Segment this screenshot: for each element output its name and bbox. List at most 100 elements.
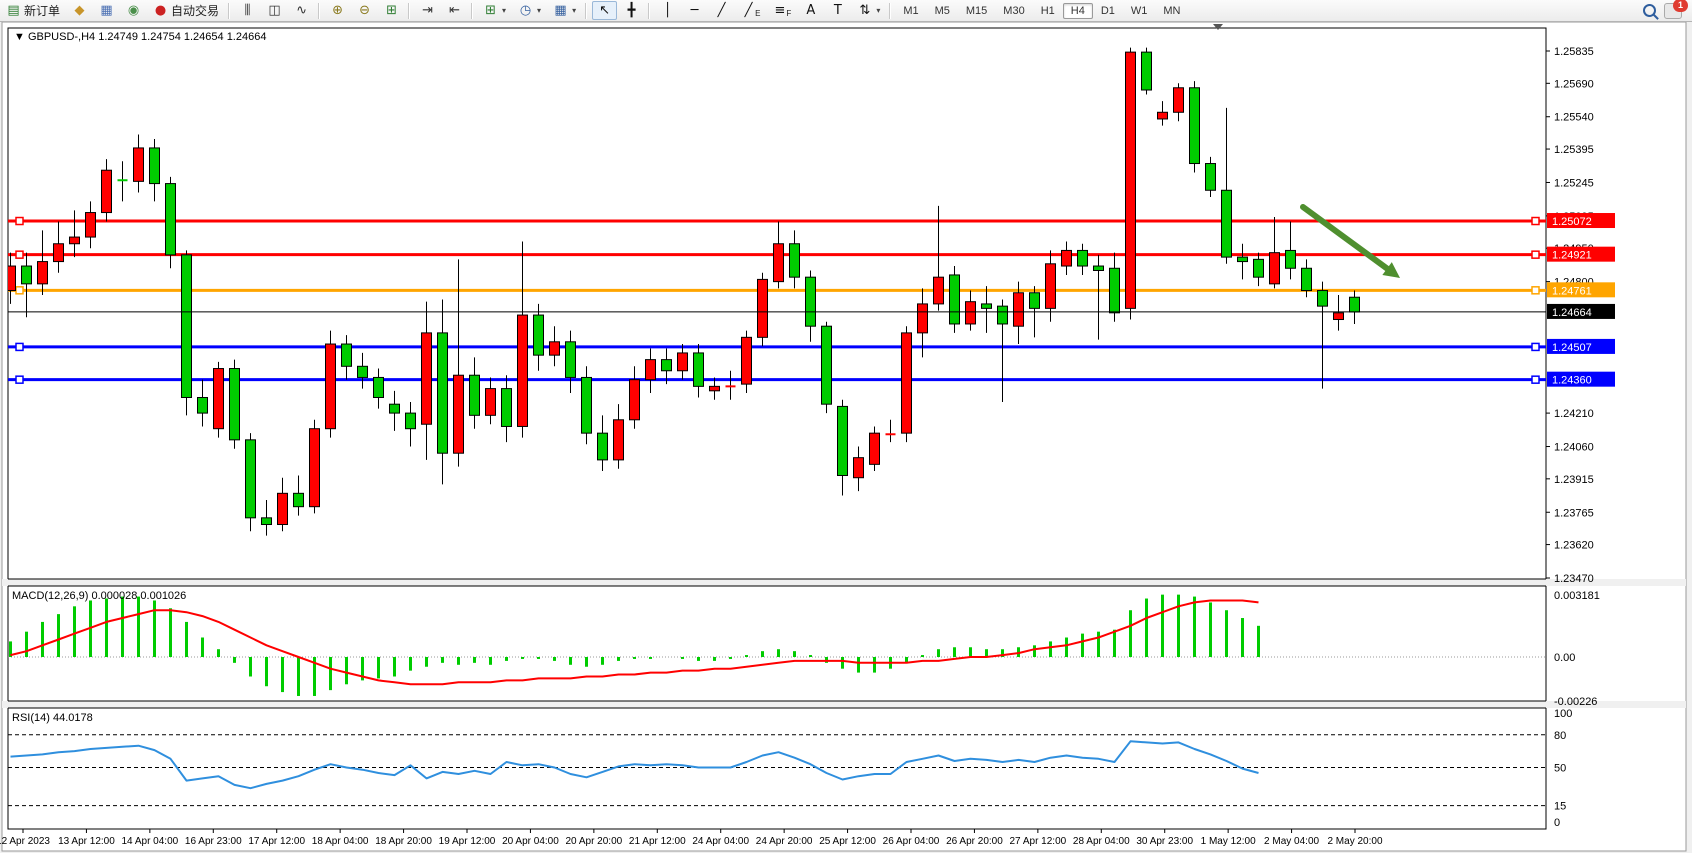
support-line-2-handle[interactable] <box>1532 376 1539 383</box>
candle-body <box>358 366 368 377</box>
pane-splitter[interactable] <box>2 579 1686 586</box>
candle-body <box>374 377 384 397</box>
rsi-axis-label: 50 <box>1554 763 1566 775</box>
resistance-line-1-handle[interactable] <box>16 218 23 225</box>
timeframe-mn-button[interactable]: MN <box>1155 3 1188 19</box>
arrows-dropdown-arrow[interactable]: ▾ <box>876 6 880 15</box>
crosshair-button[interactable]: ╋ <box>619 1 644 20</box>
price-tick-label: 1.25690 <box>1554 78 1594 90</box>
period-dropdown-arrow[interactable]: ▾ <box>537 6 541 15</box>
candle-body <box>166 184 176 255</box>
market-watch-button[interactable]: ◆ <box>67 1 92 20</box>
candle-body <box>662 360 672 371</box>
resistance-line-2-handle[interactable] <box>1532 251 1539 258</box>
rsi-axis-label: 15 <box>1554 801 1566 813</box>
macd-axis-label: 0.00 <box>1554 652 1575 664</box>
equidistant-channel-button[interactable]: ╱E <box>736 1 765 20</box>
chart-shift-button[interactable]: ⇤ <box>442 1 467 20</box>
candle-body <box>22 266 32 284</box>
candle-body <box>630 380 640 420</box>
time-tick-label: 18 Apr 20:00 <box>375 836 432 847</box>
auto-trading-button[interactable]: ●自动交易 <box>148 0 224 21</box>
new-chart-dropdown-arrow[interactable]: ▾ <box>502 6 506 15</box>
candle-body <box>854 458 864 478</box>
new-order-label: 新订单 <box>24 2 60 19</box>
arrows-icon: ⇅ <box>857 3 872 18</box>
new-order-button[interactable]: ▤新订单 <box>1 0 65 21</box>
arrows-button[interactable]: ⇅▾ <box>852 1 885 20</box>
candle-body <box>342 344 352 366</box>
pivot-line-handle[interactable] <box>16 287 23 294</box>
time-tick-label: 2 May 20:00 <box>1327 836 1382 847</box>
new-chart-button[interactable]: ⊞▾ <box>478 1 511 20</box>
zoom-out-button[interactable]: ⊖ <box>352 1 377 20</box>
timeframe-h1-button[interactable]: H1 <box>1033 3 1063 19</box>
candle-body <box>214 369 224 429</box>
toolbar-separator <box>228 3 230 19</box>
pane-splitter[interactable] <box>2 701 1686 708</box>
data-window-button[interactable]: ▦ <box>94 1 119 20</box>
notifications-icon[interactable]: 1 <box>1664 3 1682 19</box>
bar-chart-button[interactable]: ⫼ <box>235 1 260 20</box>
candle-body <box>246 440 256 518</box>
pivot-line-handle[interactable] <box>1532 287 1539 294</box>
price-tick-label: 1.23915 <box>1554 474 1594 486</box>
candle-body <box>150 148 160 184</box>
rsi-axis-label: 0 <box>1554 817 1560 829</box>
candle-body <box>758 279 768 337</box>
resistance-line-2-price-label: 1.24921 <box>1552 250 1592 262</box>
candle-body <box>262 518 272 525</box>
horizontal-line-button[interactable]: ─ <box>682 1 707 20</box>
toolbar-separator <box>471 3 473 19</box>
candle-body <box>502 389 512 427</box>
candle-body <box>326 344 336 429</box>
line-chart-button[interactable]: ∿ <box>289 1 314 20</box>
timeframe-m15-button[interactable]: M15 <box>958 3 995 19</box>
candle-body <box>1318 291 1328 307</box>
candlestick-chart-button[interactable]: ◫ <box>262 1 287 20</box>
resistance-line-1-handle[interactable] <box>1532 218 1539 225</box>
auto-scroll-button[interactable]: ⇥ <box>415 1 440 20</box>
candle-body <box>182 255 192 398</box>
toolbar-separator <box>408 3 410 19</box>
time-tick-label: 21 Apr 12:00 <box>629 836 686 847</box>
gbpusd-h4-chart[interactable]: 1.258351.256901.255401.253951.252451.250… <box>0 22 1692 853</box>
bid-price-label: 1.24664 <box>1552 307 1592 319</box>
timeframe-m5-button[interactable]: M5 <box>927 3 958 19</box>
timeframe-m30-button[interactable]: M30 <box>995 3 1032 19</box>
support-line-1-handle[interactable] <box>1532 343 1539 350</box>
timeframe-w1-button[interactable]: W1 <box>1123 3 1156 19</box>
timeframe-h4-button[interactable]: H4 <box>1063 3 1093 19</box>
support-line-2-handle[interactable] <box>16 376 23 383</box>
cursor-button[interactable]: ↖ <box>592 1 617 20</box>
candle-body <box>38 262 48 284</box>
text-label-button[interactable]: T <box>825 1 850 20</box>
time-tick-label: 24 Apr 20:00 <box>756 836 813 847</box>
template-dropdown-arrow[interactable]: ▾ <box>572 6 576 15</box>
search-icon[interactable] <box>1643 4 1656 17</box>
candle-body <box>54 244 64 262</box>
timeframe-m1-button[interactable]: M1 <box>895 3 926 19</box>
time-tick-label: 13 Apr 12:00 <box>58 836 115 847</box>
zoom-in-button[interactable]: ⊕ <box>325 1 350 20</box>
text-button[interactable]: A <box>798 1 823 20</box>
navigator-icon: ◉ <box>126 3 141 18</box>
navigator-button[interactable]: ◉ <box>121 1 146 20</box>
trendline-button[interactable]: ╱ <box>709 1 734 20</box>
rsi-axis-label: 100 <box>1554 708 1572 720</box>
template-button[interactable]: ▦▾ <box>548 1 581 20</box>
timeframe-d1-button[interactable]: D1 <box>1093 3 1123 19</box>
tile-windows-button[interactable]: ⊞ <box>379 1 404 20</box>
candle-body <box>86 213 96 238</box>
toolbar-separator <box>585 3 587 19</box>
text-icon: A <box>803 3 818 18</box>
candle-body <box>1046 264 1056 309</box>
vertical-line-button[interactable]: │ <box>655 1 680 20</box>
resistance-line-2-handle[interactable] <box>16 251 23 258</box>
candle-body <box>134 148 144 181</box>
support-line-1-handle[interactable] <box>16 343 23 350</box>
period-button[interactable]: ◷▾ <box>513 1 546 20</box>
fibonacci-button[interactable]: ≡F <box>767 1 796 20</box>
equidistant-channel-sub-label: E <box>755 9 760 18</box>
candle-body <box>278 493 288 524</box>
